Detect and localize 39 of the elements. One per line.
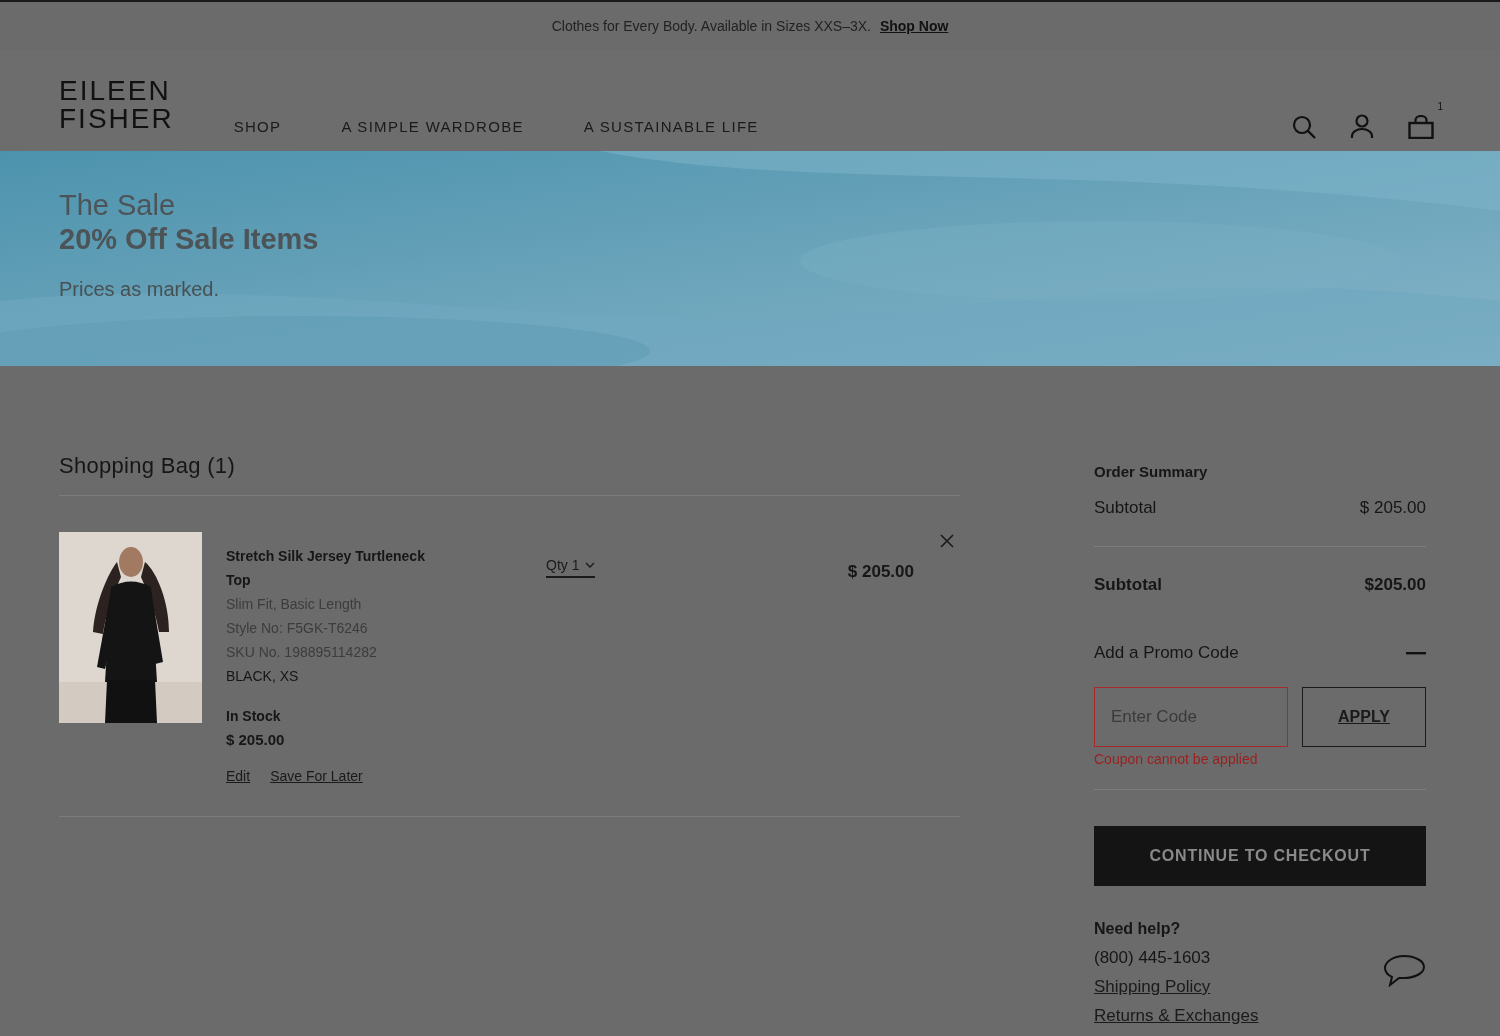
- hero-kicker: The Sale: [59, 189, 177, 222]
- hero-subtitle: Prices as marked.: [59, 278, 221, 301]
- summary-title: Order Summary: [1094, 463, 1209, 480]
- total-label: Subtotal: [1094, 575, 1162, 595]
- close-icon[interactable]: [940, 534, 954, 548]
- help-title: Need help?: [1094, 919, 1182, 939]
- hero-title: 20% Off Sale Items: [59, 222, 320, 256]
- product-variant: BLACK, XS: [226, 667, 300, 686]
- subtotal-label: Subtotal: [1094, 498, 1157, 518]
- search-icon[interactable]: [1292, 115, 1316, 139]
- shopping-bag-icon[interactable]: [1408, 115, 1434, 139]
- subtotal-value: $ 205.00: [1359, 498, 1426, 518]
- checkout-button[interactable]: CONTINUE TO CHECKOUT: [1094, 826, 1426, 886]
- apply-button[interactable]: APPLY: [1302, 687, 1426, 747]
- nav-link[interactable]: A SIMPLE WARDROBE: [341, 118, 524, 135]
- bag-title: Shopping Bag (1): [59, 453, 237, 479]
- announcement-text: Clothes for Every Body. Available in Sizes XXS–3X. Shop Now: [551, 18, 949, 34]
- promo-code-label[interactable]: Add a Promo Code: [1094, 643, 1239, 663]
- bag-count: 1: [1437, 101, 1443, 112]
- shop-now-link[interactable]: Shop Now: [879, 18, 949, 34]
- minus-icon[interactable]: [1406, 651, 1426, 655]
- quantity-select[interactable]: Qty 1: [546, 554, 596, 578]
- stock-status: In Stock: [226, 707, 282, 726]
- nav-link[interactable]: SHOP: [233, 118, 282, 135]
- edit-link[interactable]: Edit: [226, 764, 251, 788]
- shipping-policy-link[interactable]: Shipping Policy: [1094, 972, 1211, 1001]
- total-value: $205.00: [1364, 575, 1426, 595]
- item-price: $ 205.00: [847, 562, 914, 583]
- account-icon[interactable]: [1350, 114, 1374, 139]
- error-message: Coupon cannot be applied: [1094, 751, 1259, 767]
- chat-icon[interactable]: [1383, 954, 1426, 987]
- returns-link[interactable]: Returns & Exchanges: [1094, 1001, 1259, 1030]
- unit-price: $ 205.00: [226, 730, 286, 750]
- brand-logo[interactable]: EILEEN FISHER: [59, 77, 174, 133]
- chevron-down-icon: [585, 562, 596, 568]
- product-name: Stretch Silk Jersey Turtleneck Top: [226, 547, 426, 590]
- save-for-later-link[interactable]: Save For Later: [270, 764, 363, 788]
- nav-link[interactable]: A SUSTAINABLE LIFE: [583, 118, 759, 135]
- phone-number: (800) 445-1603: [1094, 947, 1211, 969]
